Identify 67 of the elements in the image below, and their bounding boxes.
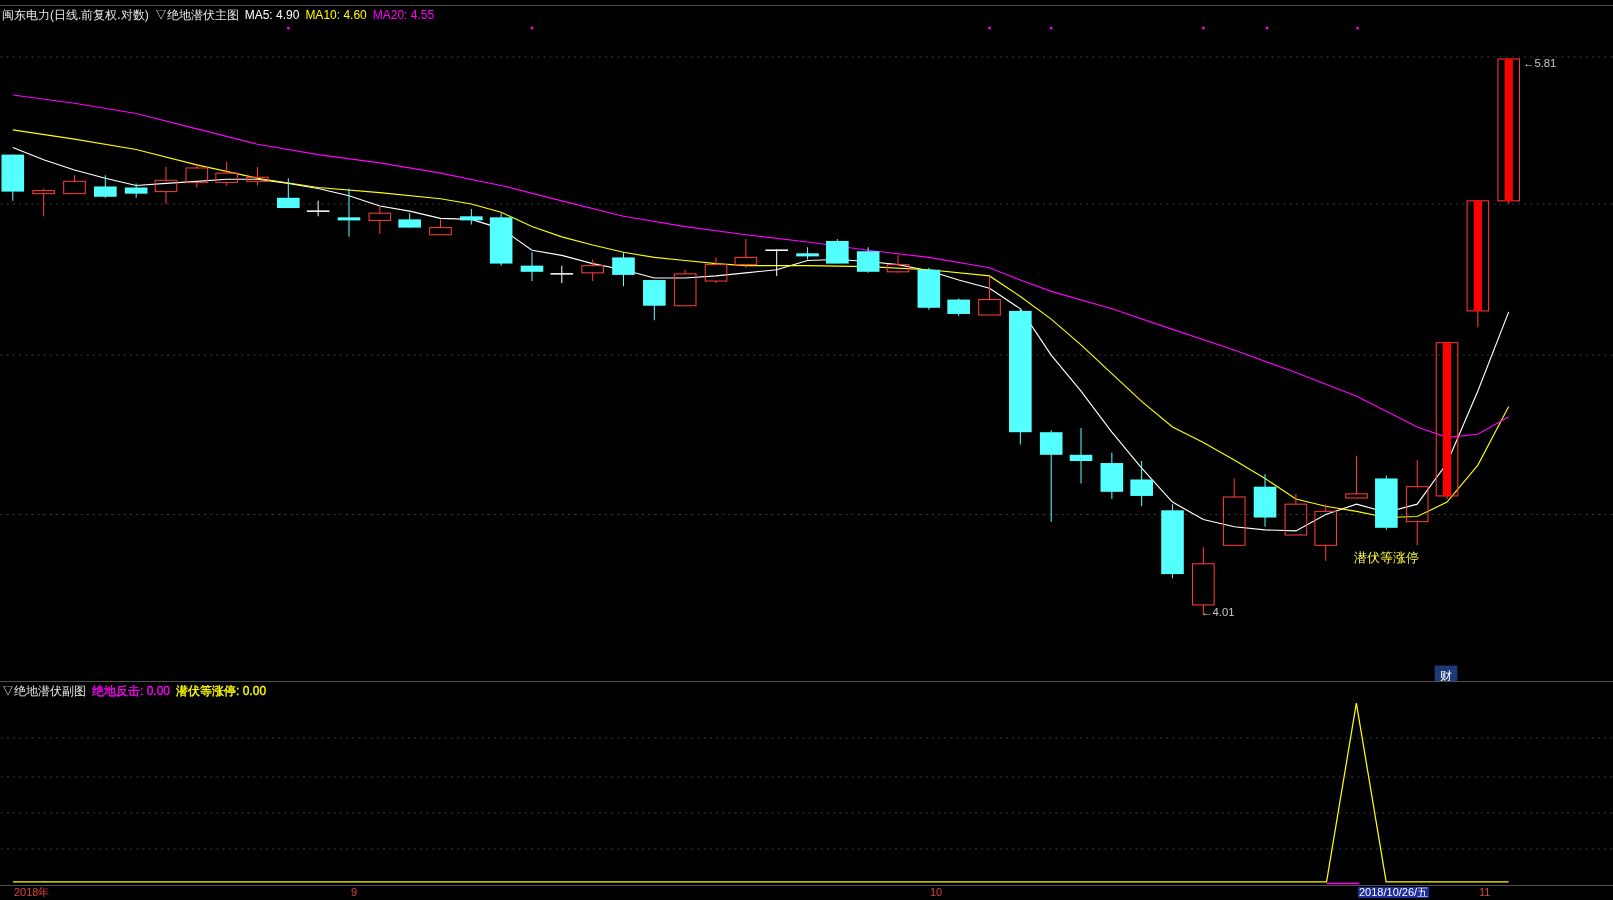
marker-dot-icon — [287, 26, 290, 30]
signal-annotation: 潜伏等涨停 — [1354, 549, 1420, 565]
candlestick — [764, 248, 789, 277]
candlestick — [673, 269, 697, 307]
candlestick — [978, 275, 1001, 316]
candlestick — [1100, 452, 1124, 500]
candlestick — [734, 238, 758, 269]
candlestick — [1253, 473, 1277, 528]
candlestick — [1130, 460, 1153, 507]
date-axis-label: 2018/10/26/五 — [1358, 887, 1430, 898]
marker-dot-icon — [1202, 26, 1205, 30]
candlestick — [1314, 503, 1337, 562]
candlestick — [826, 238, 849, 265]
candlestick — [856, 246, 880, 274]
indicator-legend: 潜伏等涨停: 0.00 — [176, 685, 267, 697]
candlestick — [549, 265, 574, 284]
candlestick — [154, 166, 178, 205]
indicator-name[interactable]: ▽绝地潜伏副图 — [2, 685, 86, 697]
date-axis-label: 11 — [1478, 887, 1492, 898]
candlestick — [277, 177, 300, 209]
marker-dot-icon — [1265, 26, 1269, 30]
ma-legend: MA5: 4.90 — [244, 8, 300, 21]
stock-title: 闽东电力(日线.前复权.对数) — [2, 8, 149, 21]
ma-legend: MA10: 4.60 — [305, 8, 367, 21]
candlestick — [337, 188, 361, 238]
date-axis-label: 9 — [350, 887, 359, 898]
ma-legend: MA20: 4.55 — [372, 8, 435, 21]
candlestick — [246, 166, 269, 186]
candlestick — [460, 208, 483, 226]
low-price-label: ←4.01 — [1201, 606, 1235, 619]
high-price-label: ←5.81 — [1523, 57, 1557, 70]
candlestick — [917, 267, 941, 311]
candlestick — [185, 164, 209, 188]
candlestick — [520, 251, 544, 282]
candlestick — [643, 279, 666, 321]
candlestick — [612, 251, 635, 287]
candlestick — [398, 212, 421, 229]
date-axis-label: 2018年 — [13, 887, 51, 898]
candlestick — [94, 174, 117, 199]
candlestick — [429, 218, 452, 236]
candlestick — [368, 205, 392, 235]
signal-baseline — [1325, 882, 1361, 885]
candlestick — [704, 256, 728, 284]
candlestick — [306, 200, 331, 217]
marker-dot-icon — [1049, 26, 1053, 30]
candlestick — [215, 161, 238, 186]
marker-dot-icon — [1356, 26, 1359, 30]
candlestick — [1284, 493, 1308, 536]
finance-marker[interactable]: 财 — [1434, 665, 1458, 681]
candlestick — [124, 182, 148, 199]
candlestick — [1, 154, 25, 202]
candlestick — [32, 188, 55, 217]
candlestick — [886, 254, 910, 274]
marker-dot-icon — [988, 26, 991, 30]
indicator-legend: 绝地反击: 0.00 — [92, 685, 171, 697]
indicator-name[interactable]: ▽绝地潜伏主图 — [154, 8, 239, 21]
candlestick — [1345, 455, 1368, 499]
candlestick — [581, 258, 604, 282]
candlestick — [489, 212, 513, 267]
candlestick — [1375, 474, 1398, 531]
marker-dot-icon — [530, 26, 534, 30]
candlestick — [1222, 477, 1246, 546]
candlestick — [796, 246, 819, 260]
date-axis-label: 10 — [929, 887, 944, 898]
candlestick — [63, 174, 86, 195]
candlestick — [1069, 427, 1093, 485]
candlestick — [947, 298, 970, 317]
